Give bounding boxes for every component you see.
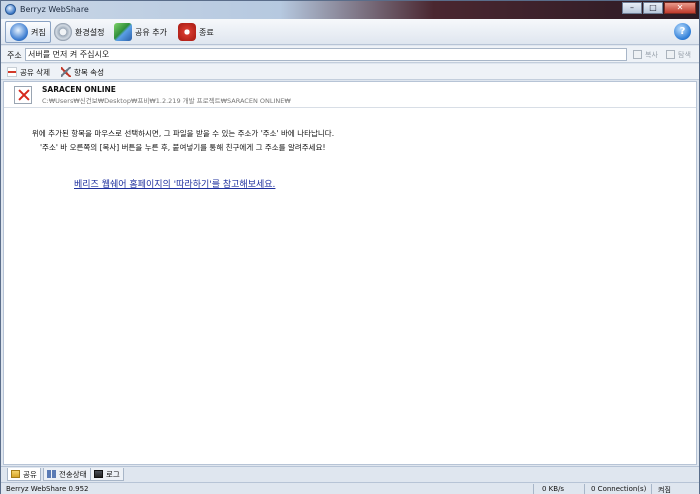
gear-icon — [54, 23, 72, 41]
exit-button[interactable]: 종료 — [173, 21, 219, 43]
maximize-button[interactable]: □ — [643, 2, 663, 14]
title-bar[interactable]: Berryz WebShare – □ ✕ — [1, 1, 699, 19]
help-text-line-1: 위에 추가된 항목을 마우스로 선택하시면, 그 파일을 받을 수 있는 주소가… — [32, 129, 335, 138]
transfer-icon — [47, 470, 56, 478]
status-connections: 0 Connection(s) — [591, 485, 647, 493]
minimize-button[interactable]: – — [622, 2, 642, 14]
folder-icon — [11, 470, 20, 478]
status-divider — [533, 484, 534, 494]
power-icon — [178, 23, 196, 41]
status-speed: 0 KB/s — [542, 485, 565, 493]
offline-icon — [14, 86, 32, 104]
exit-label: 종료 — [199, 27, 214, 37]
homepage-guide-link[interactable]: 베리즈 웹쉐어 홈페이지의 '따라하기'를 참고해보세요. — [74, 177, 275, 190]
item-properties-label: 항목 속성 — [74, 67, 104, 77]
status-divider — [584, 484, 585, 494]
browse-button[interactable]: 탐색 — [666, 48, 691, 61]
address-label: 주소 — [7, 51, 22, 60]
help-icon[interactable]: ? — [674, 23, 691, 40]
power-on-button[interactable]: 켜짐 — [5, 21, 51, 43]
close-button[interactable]: ✕ — [664, 2, 696, 14]
remove-share-button[interactable]: 공유 삭제 — [7, 66, 50, 78]
copy-label: 복사 — [645, 50, 658, 59]
copy-icon — [633, 50, 642, 59]
browse-label: 탐색 — [678, 50, 691, 59]
tools-icon — [61, 67, 71, 77]
item-properties-button[interactable]: 항목 속성 — [61, 66, 104, 78]
address-input[interactable] — [25, 48, 627, 61]
tab-log[interactable]: 로그 — [90, 468, 124, 481]
add-share-button[interactable]: 공유 추가 — [109, 21, 172, 43]
share-add-icon — [114, 23, 132, 41]
shared-item-name: SARACEN ONLINE — [42, 85, 116, 94]
settings-button[interactable]: 환경설정 — [49, 21, 109, 43]
power-on-label: 켜짐 — [31, 27, 46, 37]
shared-item[interactable]: SARACEN ONLINE C:₩Users₩신건보₩Desktop₩프비₩1… — [4, 82, 696, 108]
network-icon — [10, 23, 28, 41]
add-share-label: 공유 추가 — [135, 27, 167, 37]
tab-transfer-status[interactable]: 전송상태 — [43, 468, 91, 481]
tab-transfer-status-label: 전송상태 — [59, 469, 87, 479]
tab-share-label: 공유 — [23, 469, 37, 479]
shared-item-path: C:₩Users₩신건보₩Desktop₩프비₩1.2.219 개발 프로젝트₩… — [42, 97, 291, 105]
status-version: Berryz WebShare 0.952 — [6, 485, 89, 493]
share-list-panel: SARACEN ONLINE C:₩Users₩신건보₩Desktop₩프비₩1… — [3, 81, 697, 465]
tab-log-label: 로그 — [106, 469, 120, 479]
bottom-tabs: 공유 전송상태 로그 — [1, 466, 699, 481]
app-window: Berryz WebShare – □ ✕ 켜짐 환경설정 공유 추가 종료 ?… — [0, 0, 700, 494]
status-divider — [651, 484, 652, 494]
help-text-line-2: '주소' 바 오른쪽의 [복사] 버튼을 누른 후, 붙여넣기를 통해 친구에게… — [40, 143, 326, 152]
copy-button[interactable]: 복사 — [633, 48, 658, 61]
action-bar: 공유 삭제 항목 속성 — [1, 64, 699, 80]
window-controls: – □ ✕ — [621, 2, 696, 14]
remove-icon — [7, 67, 17, 77]
settings-label: 환경설정 — [75, 27, 105, 37]
address-bar: 주소 복사 탐색 — [1, 46, 699, 63]
remove-share-label: 공유 삭제 — [20, 67, 50, 77]
status-state: 켜짐 — [658, 486, 671, 494]
status-bar: Berryz WebShare 0.952 0 KB/s 0 Connectio… — [1, 482, 699, 494]
tab-share[interactable]: 공유 — [7, 468, 41, 481]
app-icon — [5, 4, 16, 15]
toolbar: 켜짐 환경설정 공유 추가 종료 ? — [1, 19, 699, 45]
log-icon — [94, 470, 103, 478]
search-icon — [666, 50, 675, 59]
window-title: Berryz WebShare — [20, 5, 89, 14]
